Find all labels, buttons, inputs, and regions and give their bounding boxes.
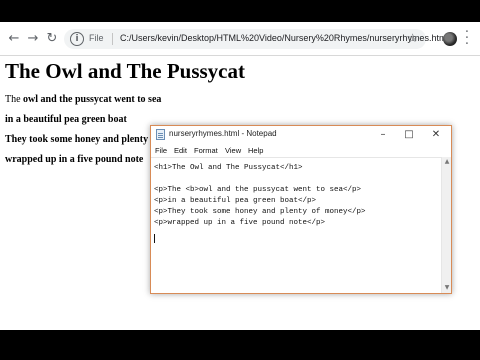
address-bar[interactable]: i File C:/Users/kevin/Desktop/HTML%20Vid… [64,29,448,49]
address-url[interactable]: C:/Users/kevin/Desktop/HTML%20Video/Nurs… [120,33,448,43]
menu-edit[interactable]: Edit [174,146,187,155]
notepad-title-bar[interactable]: nurseryrhymes.html - Notepad – □ ✕ [151,126,451,143]
back-arrow-icon[interactable]: ← [6,31,22,47]
page-paragraph-3: They took some honey and plenty of [5,134,159,145]
code-line-5: <p>They took some honey and plenty of mo… [154,208,366,216]
info-icon[interactable]: i [70,32,84,46]
page-paragraph-1: The owl and the pussycat went to sea [5,94,161,105]
menu-view[interactable]: View [225,146,241,155]
notepad-window[interactable]: nurseryrhymes.html - Notepad – □ ✕ File … [150,125,452,294]
screen: ← → ↻ i File C:/Users/kevin/Desktop/HTML… [0,22,480,330]
code-line-6: <p>wrapped up in a five pound note</p> [154,219,326,227]
notepad-menu-bar: File Edit Format View Help [151,143,451,157]
notepad-icon [156,129,165,140]
browser-toolbar: ← → ↻ i File C:/Users/kevin/Desktop/HTML… [0,22,480,56]
address-scheme-label: File [89,33,104,43]
menu-file[interactable]: File [155,146,167,155]
paragraph-1-text: The [5,94,24,105]
paragraph-1-bold-text: owl and the pussycat went to sea [23,94,162,105]
text-caret [154,234,155,243]
code-line-4: <p>in a beautiful pea green boat</p> [154,197,317,205]
page-heading: The Owl and The Pussycat [5,59,245,83]
paragraph-2-text: in a beautiful pea green boat [5,114,127,125]
address-divider [112,33,113,45]
scroll-up-icon[interactable]: ▲ [442,157,452,167]
notepad-scrollbar[interactable]: ▲ ▼ [441,157,451,293]
notepad-title: nurseryrhymes.html - Notepad [169,129,277,138]
more-menu-icon[interactable]: · · · [462,26,472,51]
notepad-editor[interactable]: <h1>The Owl and The Pussycat</h1> <p>The… [151,157,441,293]
star-icon[interactable]: ☆ [407,31,418,45]
profile-avatar[interactable] [443,32,457,46]
menu-help[interactable]: Help [248,146,263,155]
close-icon[interactable]: ✕ [423,126,449,143]
maximize-icon[interactable]: □ [396,126,422,143]
code-line-1: <h1>The Owl and The Pussycat</h1> [154,164,303,172]
paragraph-3-text: They took some honey and plenty of [5,134,159,145]
code-line-3: <p>The <b>owl and the pussycat went to s… [154,186,362,194]
page-paragraph-4: wrapped up in a five pound note [5,154,143,165]
paragraph-4-text: wrapped up in a five pound note [5,154,144,165]
forward-arrow-icon[interactable]: → [25,31,41,47]
reload-icon[interactable]: ↻ [44,31,60,47]
scroll-down-icon[interactable]: ▼ [442,283,452,293]
page-paragraph-2: in a beautiful pea green boat [5,114,127,125]
minimize-icon[interactable]: – [370,126,396,143]
menu-format[interactable]: Format [194,146,218,155]
